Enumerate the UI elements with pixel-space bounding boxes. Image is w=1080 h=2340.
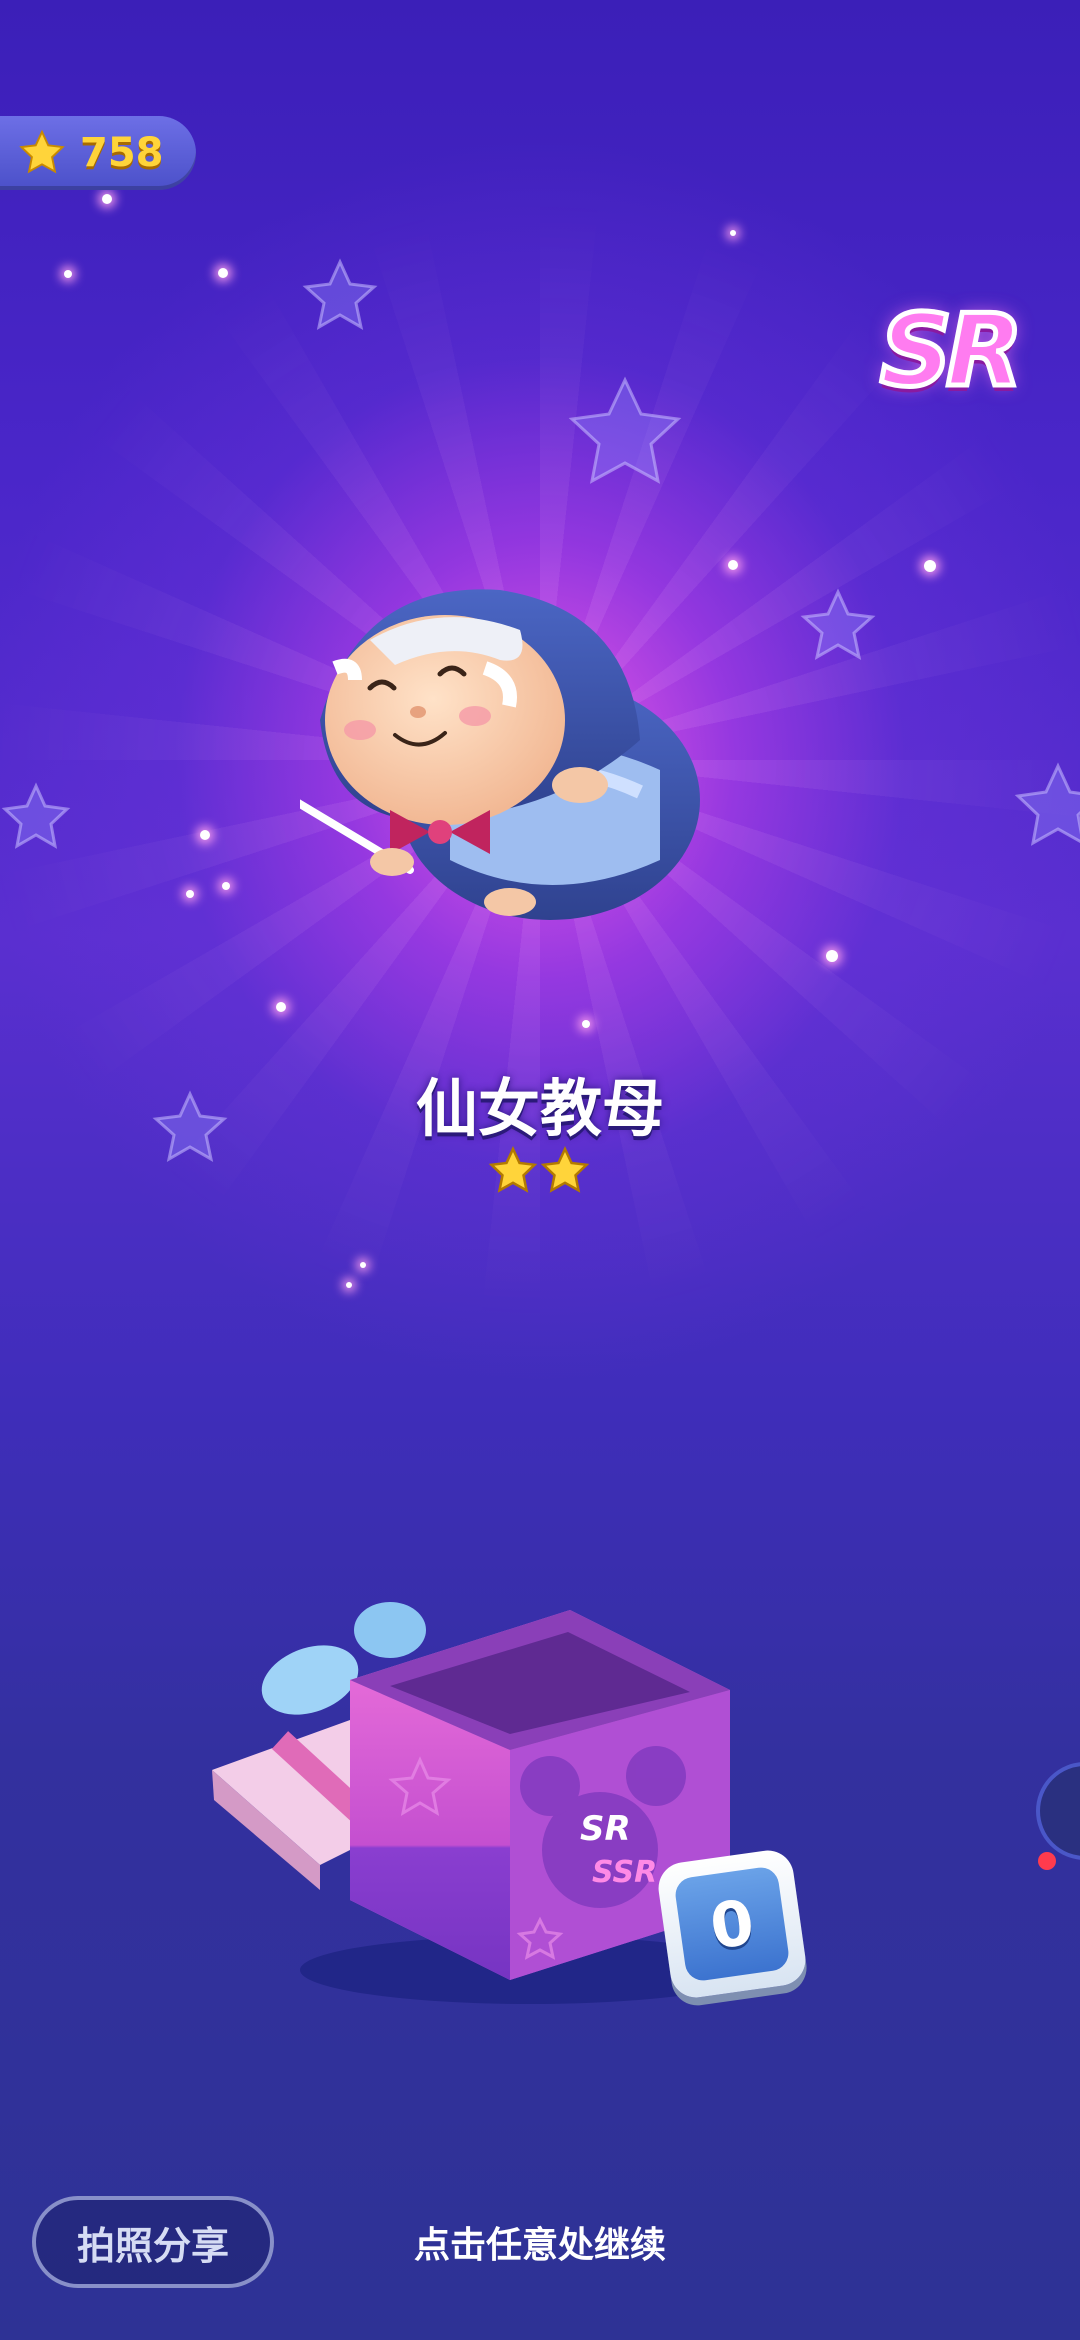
fairy-godmother-character bbox=[300, 589, 700, 920]
star-icon bbox=[488, 1146, 538, 1193]
box-label-ssr: SSR bbox=[592, 1855, 657, 1890]
currency-counter: 758 bbox=[0, 116, 196, 190]
box-label-sr: SR bbox=[580, 1809, 631, 1849]
share-photo-button[interactable]: 拍照分享 bbox=[32, 2196, 274, 2288]
star-icon bbox=[540, 1146, 590, 1193]
notification-dot bbox=[1038, 1852, 1056, 1870]
box-counter: 0 bbox=[655, 1847, 809, 2001]
side-button[interactable] bbox=[1036, 1762, 1080, 1860]
box-counter-value: 0 bbox=[673, 1865, 791, 1983]
reward-screen[interactable]: 758 SR 仙女教母 SR SSR 0 拍照分享 点击任意处继续 bbox=[0, 0, 1080, 2340]
star-icon bbox=[19, 129, 65, 174]
tap-to-continue-hint: 点击任意处继续 bbox=[413, 2225, 666, 2266]
currency-amount: 758 bbox=[80, 130, 164, 176]
star-rating bbox=[488, 1146, 592, 1198]
character-name: 仙女教母 bbox=[415, 1072, 664, 1145]
rarity-badge: SR bbox=[877, 290, 1025, 412]
